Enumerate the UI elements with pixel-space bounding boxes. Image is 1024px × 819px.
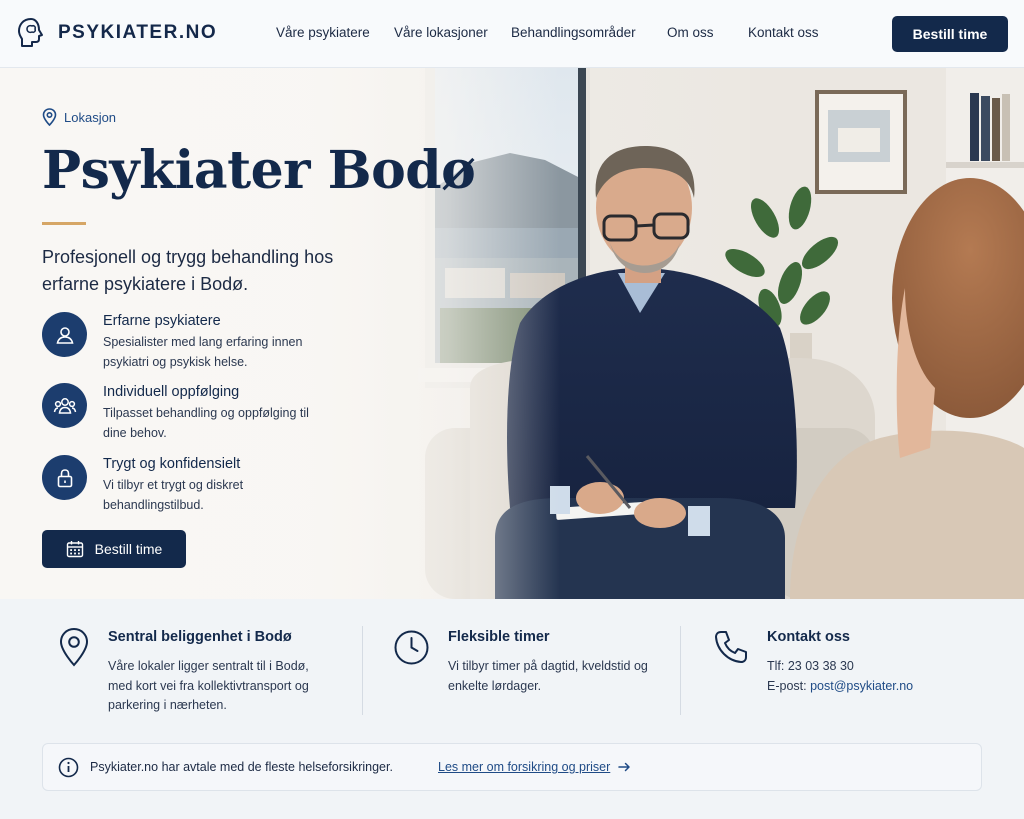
user-icon bbox=[42, 312, 87, 357]
map-pin-icon bbox=[59, 627, 89, 667]
info-icon bbox=[58, 757, 79, 778]
feature-text: Vi tilbyr et trygt og diskret behandling… bbox=[103, 478, 244, 512]
insurance-link-label: Les mer om forsikring og priser bbox=[438, 760, 611, 774]
contact-email-line: E-post: post@psykiater.no bbox=[767, 677, 913, 697]
arrow-right-icon bbox=[618, 762, 631, 772]
hero-section: Lokasjon Psykiater Bodø Profesjonell og … bbox=[0, 68, 1024, 599]
site-header: PSYKIATER.NO Våre psykiatere Våre lokasj… bbox=[0, 0, 1024, 68]
info-title: Sentral beliggenhet i Bodø bbox=[108, 629, 292, 645]
info-title: Kontakt oss bbox=[767, 629, 850, 645]
feature-individual: Individuell oppfølging Tilpasset behandl… bbox=[42, 383, 333, 443]
site-logo[interactable]: PSYKIATER.NO bbox=[16, 16, 217, 50]
feature-confidential: Trygt og konfidensielt Vi tilbyr et tryg… bbox=[42, 455, 333, 515]
phone-number[interactable]: 23 03 38 30 bbox=[788, 659, 854, 673]
feature-text: Tilpasset behandling og oppfølging til d… bbox=[103, 406, 309, 440]
info-location: Sentral beliggenhet i Bodø Våre lokaler … bbox=[58, 625, 328, 716]
hero-book-label: Bestill time bbox=[94, 541, 163, 557]
feature-text: Spesialister med lang erfaring innen psy… bbox=[103, 335, 303, 369]
phone-icon bbox=[715, 631, 747, 663]
hero-book-button[interactable]: Bestill time bbox=[42, 530, 186, 568]
head-logo-icon bbox=[18, 18, 43, 47]
location-label: Lokasjon bbox=[64, 109, 117, 125]
feature-title: Individuell oppfølging bbox=[103, 384, 240, 400]
hero-subtitle: Profesjonell og trygg behandling hos erf… bbox=[42, 247, 334, 294]
feature-title: Erfarne psykiatere bbox=[103, 313, 221, 329]
page-title: Psykiater Bodø bbox=[42, 140, 476, 201]
insurance-notice: Psykiater.no har avtale med de fleste he… bbox=[42, 743, 982, 791]
nav-item-lokasjoner[interactable]: Våre lokasjoner bbox=[394, 25, 488, 40]
info-contact: Kontakt oss Tlf: 23 03 38 30 E-post: pos… bbox=[713, 625, 913, 696]
lock-icon bbox=[42, 455, 87, 500]
notice-text: Psykiater.no har avtale med de fleste he… bbox=[90, 760, 393, 774]
email-label: E-post: bbox=[767, 678, 807, 693]
divider bbox=[362, 626, 363, 715]
header-book-button[interactable]: Bestill time bbox=[892, 16, 1008, 52]
email-link[interactable]: post@psykiater.no bbox=[810, 679, 913, 693]
insurance-link[interactable]: Les mer om forsikring og priser bbox=[438, 760, 631, 774]
info-text: Våre lokaler ligger sentralt til i Bodø,… bbox=[108, 659, 309, 712]
nav-item-behandlingsomrader[interactable]: Behandlingsområder bbox=[511, 25, 636, 40]
feature-experienced: Erfarne psykiatere Spesialister med lang… bbox=[42, 312, 333, 372]
nav-item-om-oss[interactable]: Om oss bbox=[667, 25, 714, 40]
divider bbox=[680, 626, 681, 715]
info-title: Fleksible timer bbox=[448, 629, 550, 645]
calendar-icon bbox=[66, 541, 83, 558]
feature-title: Trygt og konfidensielt bbox=[103, 456, 241, 472]
info-text: Vi tilbyr timer på dagtid, kveldstid og … bbox=[448, 659, 648, 693]
clock-icon bbox=[394, 630, 429, 665]
title-accent-rule bbox=[42, 222, 86, 225]
location-eyebrow: Lokasjon bbox=[42, 108, 116, 126]
info-hours: Fleksible timer Vi tilbyr timer på dagti… bbox=[393, 625, 658, 696]
map-pin-small-icon bbox=[42, 108, 57, 126]
nav-item-psykiatere[interactable]: Våre psykiatere bbox=[276, 25, 370, 40]
contact-phone-line: Tlf: 23 03 38 30 bbox=[767, 657, 913, 677]
brand-name: PSYKIATER.NO bbox=[58, 22, 218, 43]
nav-item-kontakt[interactable]: Kontakt oss bbox=[748, 25, 819, 40]
group-icon bbox=[42, 383, 87, 428]
phone-label: Tlf: bbox=[767, 659, 785, 673]
